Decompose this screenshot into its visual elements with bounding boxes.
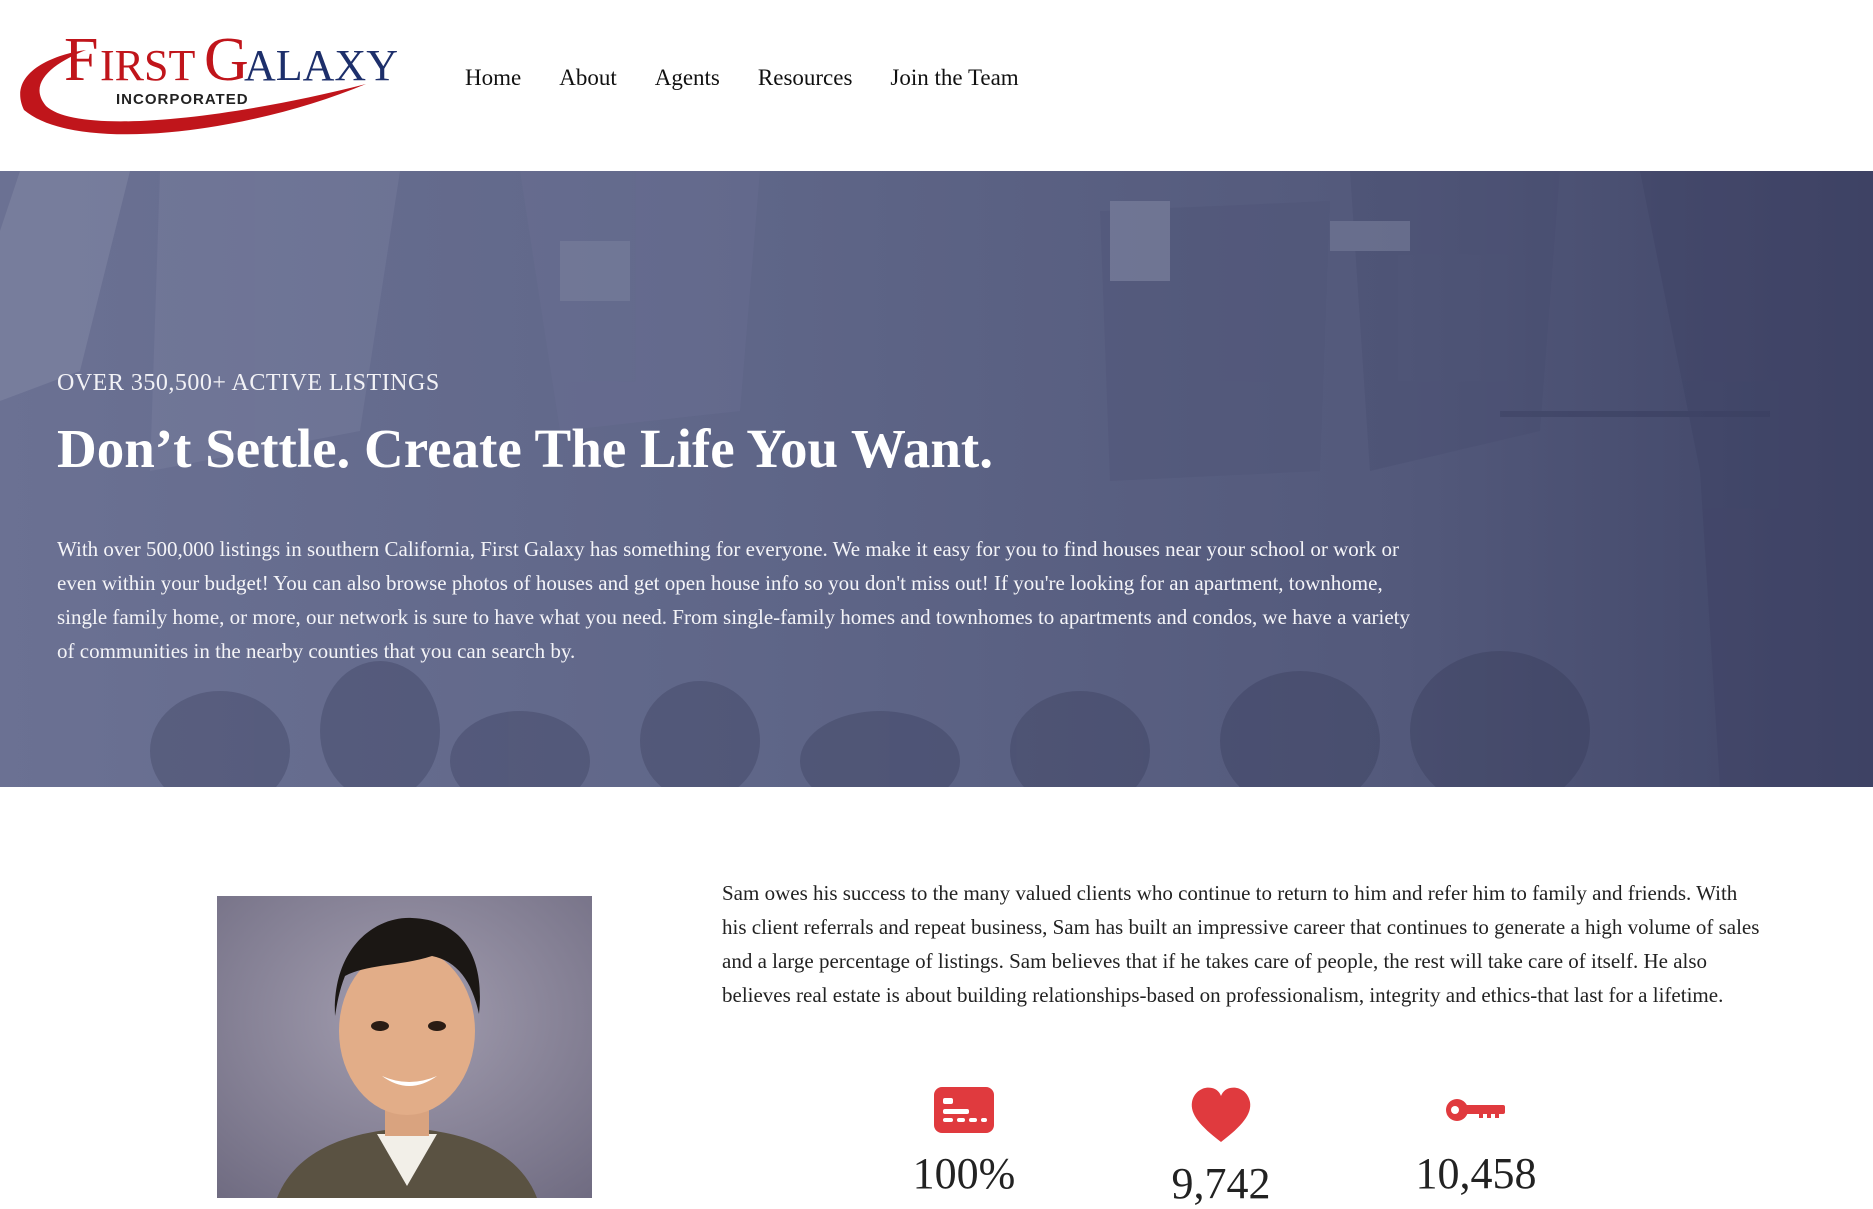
hero-banner: OVER 350,500+ ACTIVE LISTINGS Don’t Sett…	[0, 171, 1873, 787]
hero-overline: OVER 350,500+ ACTIVE LISTINGS	[57, 370, 440, 396]
stat-listings: 100%	[854, 1086, 1074, 1199]
logo-letter-g: G	[204, 26, 249, 94]
nav-resources[interactable]: Resources	[758, 65, 853, 91]
key-icon	[1446, 1099, 1505, 1121]
logo-tagline: INCORPORATED	[116, 91, 249, 108]
stat-keys: 10,458	[1366, 1086, 1586, 1199]
heart-icon	[1191, 1087, 1251, 1142]
nav-join-the-team[interactable]: Join the Team	[890, 65, 1018, 91]
nav-agents[interactable]: Agents	[655, 65, 720, 91]
stat-clients: 9,742	[1111, 1086, 1331, 1209]
stat-value: 9,742	[1171, 1159, 1271, 1208]
brand-logo[interactable]: F IRST G ALAXY INCORPORATED	[16, 14, 434, 142]
nav-home[interactable]: Home	[465, 65, 521, 91]
logo-word-galaxy: ALAXY	[244, 41, 398, 90]
site-header: F IRST G ALAXY INCORPORATED Home About A…	[0, 0, 1873, 171]
agent-bio: Sam owes his success to the many valued …	[722, 881, 1760, 1007]
main-nav: Home About Agents Resources Join the Tea…	[465, 65, 1057, 91]
id-card-icon	[934, 1087, 994, 1133]
logo-word-first: IRST	[100, 41, 195, 90]
stat-value: 10,458	[1415, 1149, 1537, 1198]
hero-description: With over 500,000 listings in southern C…	[57, 537, 1411, 663]
logo-letter-f: F	[64, 26, 98, 94]
stat-value: 100%	[912, 1149, 1016, 1198]
hero-title: Don’t Settle. Create The Life You Want.	[57, 418, 993, 479]
agent-photo	[217, 896, 592, 1198]
nav-about[interactable]: About	[559, 65, 617, 91]
